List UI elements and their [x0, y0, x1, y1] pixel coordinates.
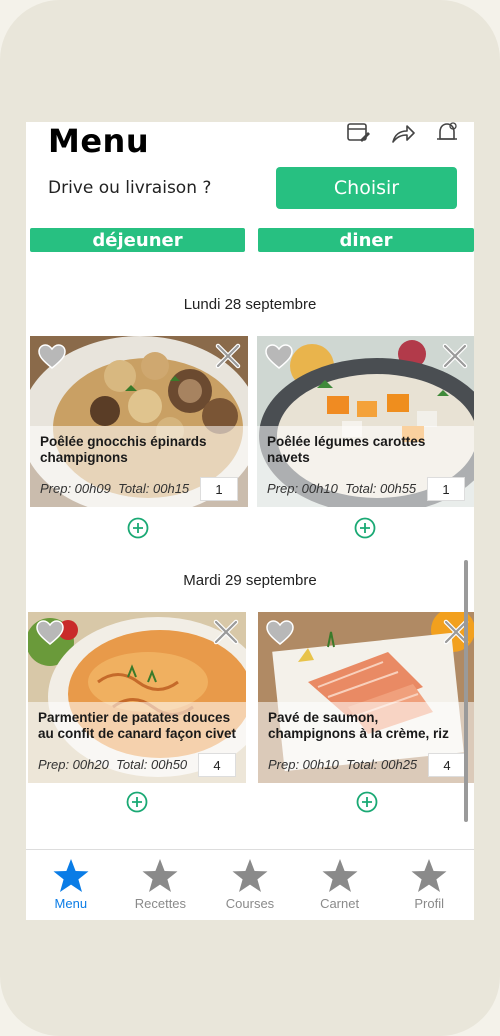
- servings-field[interactable]: 4: [428, 753, 466, 777]
- scrollbar[interactable]: [464, 560, 468, 822]
- recipe-card[interactable]: Parmentier de patates douces au confit d…: [28, 612, 246, 783]
- tab-label: Courses: [225, 896, 275, 911]
- add-circle-icon[interactable]: [126, 791, 148, 813]
- add-circle-icon[interactable]: [354, 517, 376, 539]
- bottom-tab-bar: Menu Recettes Courses Carnet Profil: [26, 849, 474, 920]
- recipe-name: Poêlée légumes carottes navets: [267, 434, 426, 465]
- app-screen: Menu Drive ou livraison ? Choisir déjeun…: [26, 122, 474, 920]
- header-actions: [346, 122, 460, 144]
- recipe-times: Prep: 00h10 Total: 00h25: [268, 757, 417, 772]
- tab-profil[interactable]: Profil: [384, 850, 474, 920]
- tab-label: Profil: [414, 896, 444, 911]
- servings-field[interactable]: 4: [198, 753, 236, 777]
- add-circle-icon[interactable]: [356, 791, 378, 813]
- close-icon[interactable]: [212, 618, 240, 646]
- prep-time: Prep: 00h10: [268, 757, 339, 772]
- prep-time: Prep: 00h09: [40, 481, 111, 496]
- tab-dinner[interactable]: diner: [258, 228, 474, 252]
- prep-time: Prep: 00h20: [38, 757, 109, 772]
- day-title: Mardi 29 septembre: [183, 572, 317, 589]
- star-icon: [53, 859, 89, 892]
- tab-menu[interactable]: Menu: [26, 850, 116, 920]
- star-icon: [322, 859, 358, 892]
- tab-lunch[interactable]: déjeuner: [30, 228, 245, 252]
- page-title: Menu: [48, 122, 150, 160]
- recipe-name: Poêlée gnocchis épinards champignons: [40, 434, 207, 465]
- add-circle-icon[interactable]: [127, 517, 149, 539]
- close-icon[interactable]: [441, 342, 469, 370]
- heart-icon[interactable]: [36, 620, 64, 646]
- total-time: Total: 00h55: [345, 481, 417, 496]
- day-title: Lundi 28 septembre: [183, 296, 317, 313]
- tab-carnet[interactable]: Carnet: [295, 850, 385, 920]
- share-icon[interactable]: [390, 122, 416, 144]
- prep-time: Prep: 00h10: [267, 481, 338, 496]
- recipe-times: Prep: 00h20 Total: 00h50: [38, 757, 187, 772]
- calendar-edit-icon[interactable]: [346, 122, 372, 144]
- recipe-card[interactable]: Poêlée légumes carottes navets Prep: 00h…: [257, 336, 474, 507]
- choose-button[interactable]: Choisir: [276, 167, 457, 209]
- recipe-times: Prep: 00h09 Total: 00h15: [40, 481, 189, 496]
- star-icon: [411, 859, 447, 892]
- heart-icon[interactable]: [266, 620, 294, 646]
- alarm-icon[interactable]: [434, 122, 460, 144]
- tab-label: Recettes: [134, 896, 187, 911]
- phone-frame: Menu Drive ou livraison ? Choisir déjeun…: [0, 0, 500, 1036]
- recipe-card[interactable]: Pavé de saumon, champignons à la crème, …: [258, 612, 474, 783]
- recipe-name: Parmentier de patates douces au confit d…: [38, 710, 237, 741]
- star-icon: [142, 859, 178, 892]
- tab-recettes[interactable]: Recettes: [116, 850, 206, 920]
- tab-label: Menu: [54, 896, 88, 911]
- delivery-prompt: Drive ou livraison ?: [48, 178, 212, 198]
- heart-icon[interactable]: [38, 344, 66, 370]
- close-icon[interactable]: [214, 342, 242, 370]
- total-time: Total: 00h25: [346, 757, 418, 772]
- servings-field[interactable]: 1: [427, 477, 465, 501]
- recipe-name: Pavé de saumon, champignons à la crème, …: [268, 710, 449, 741]
- heart-icon[interactable]: [265, 344, 293, 370]
- recipe-times: Prep: 00h10 Total: 00h55: [267, 481, 416, 496]
- star-icon: [232, 859, 268, 892]
- recipe-card[interactable]: Poêlée gnocchis épinards champignons Pre…: [30, 336, 248, 507]
- total-time: Total: 00h50: [116, 757, 188, 772]
- tab-label: Carnet: [320, 896, 360, 911]
- tab-courses[interactable]: Courses: [205, 850, 295, 920]
- servings-field[interactable]: 1: [200, 477, 238, 501]
- total-time: Total: 00h15: [118, 481, 190, 496]
